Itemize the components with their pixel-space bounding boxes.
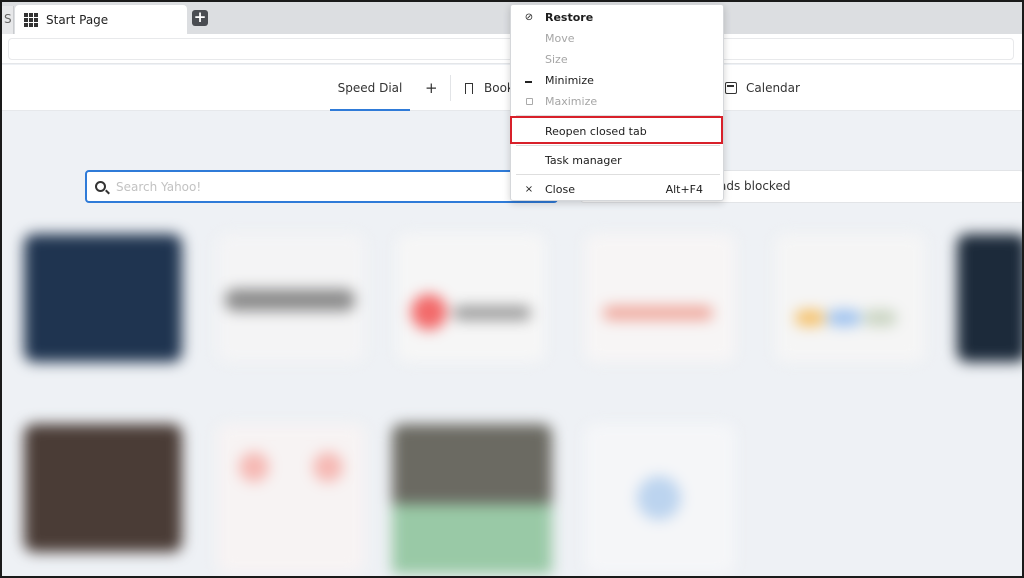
menu-item-label: Maximize <box>545 95 598 108</box>
active-tab-underline <box>330 109 410 111</box>
speed-dial-tile[interactable] <box>217 424 365 574</box>
tab-calendar[interactable]: Calendar <box>725 65 800 111</box>
menu-item-move: Move <box>511 29 723 50</box>
menu-item-label: Size <box>545 53 568 66</box>
speed-dial-tile[interactable] <box>775 234 925 362</box>
close-icon: × <box>524 184 534 195</box>
speed-dial-tile[interactable] <box>585 234 735 362</box>
speed-dial-label: Speed Dial <box>337 81 403 95</box>
speed-dial-tile[interactable] <box>957 234 1022 362</box>
speed-dial-tile[interactable] <box>585 424 735 574</box>
menu-item-close[interactable]: × Close Alt+F4 <box>511 180 723 201</box>
window-context-menu: ⊘ Restore Move Size Minimize Maximize Re… <box>510 4 724 201</box>
menu-item-label: Restore <box>545 11 594 24</box>
maximize-icon <box>526 98 533 105</box>
speed-dial-tile[interactable] <box>392 424 552 574</box>
tab-start-page[interactable]: Start Page <box>15 5 187 34</box>
menu-item-shortcut: Alt+F4 <box>665 183 703 196</box>
speed-dial-tile[interactable] <box>397 234 545 362</box>
ads-blocked-text: ads blocked <box>719 179 791 193</box>
menu-item-size: Size <box>511 50 723 71</box>
search-input[interactable] <box>116 179 496 194</box>
menu-item-label: Move <box>545 32 575 45</box>
tab-speed-dial[interactable]: Speed Dial <box>330 65 410 111</box>
restore-icon: ⊘ <box>524 12 534 23</box>
menu-item-task-manager[interactable]: Task manager <box>511 151 723 172</box>
menu-item-maximize: Maximize <box>511 92 723 113</box>
menu-item-restore[interactable]: ⊘ Restore <box>511 8 723 29</box>
new-tab-button[interactable]: + <box>192 10 208 26</box>
calendar-icon <box>725 82 737 94</box>
nav-divider <box>450 75 451 101</box>
menu-item-label: Minimize <box>545 74 594 87</box>
highlight-box-reopen-closed-tab <box>510 116 723 144</box>
minimize-icon <box>525 81 532 83</box>
calendar-label: Calendar <box>746 81 800 95</box>
bookmark-icon <box>465 82 473 94</box>
menu-separator <box>516 174 720 175</box>
screenshot-frame: S Start Page + Speed Dial + Book Calenda… <box>0 0 1024 578</box>
partial-tab[interactable]: S <box>2 6 14 34</box>
search-icon[interactable] <box>95 181 106 192</box>
add-speed-dial-button[interactable]: + <box>425 65 438 111</box>
speed-dial-grid-icon <box>24 12 38 27</box>
search-box[interactable] <box>85 170 558 203</box>
tab-bookmarks[interactable]: Book <box>465 65 514 111</box>
menu-item-label: Close <box>545 183 575 196</box>
speed-dial-grid <box>2 212 1022 576</box>
menu-item-label: Task manager <box>545 154 622 167</box>
speed-dial-tile[interactable] <box>217 234 365 362</box>
tab-title: Start Page <box>46 12 109 27</box>
speed-dial-tile[interactable] <box>24 234 182 362</box>
menu-separator <box>516 145 720 146</box>
menu-item-minimize[interactable]: Minimize <box>511 71 723 92</box>
speed-dial-tile[interactable] <box>24 424 182 552</box>
